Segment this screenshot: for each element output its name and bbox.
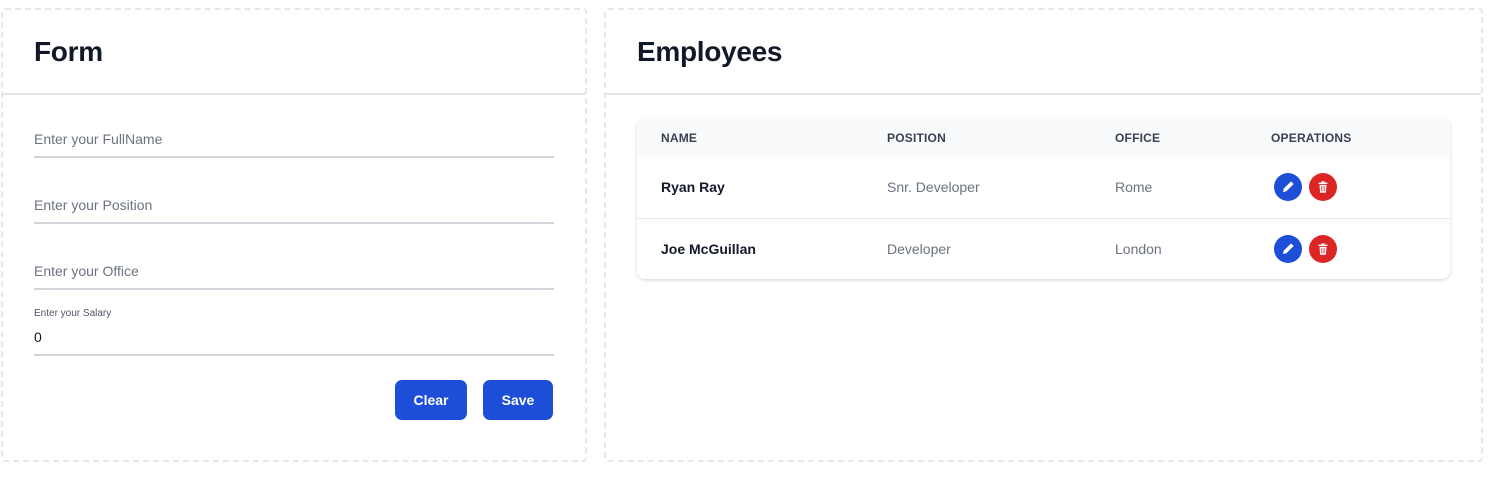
employee-name: Joe McGuillan bbox=[661, 241, 756, 257]
position-input[interactable] bbox=[34, 188, 554, 222]
fullname-input[interactable] bbox=[34, 122, 554, 156]
employee-office: London bbox=[1115, 241, 1162, 257]
office-input[interactable] bbox=[34, 254, 554, 288]
column-header-position: POSITION bbox=[887, 131, 946, 145]
column-header-name: NAME bbox=[661, 131, 698, 145]
trash-icon bbox=[1318, 243, 1328, 255]
employees-header: Employees bbox=[606, 10, 1481, 95]
form-header: Form bbox=[3, 10, 585, 95]
delete-button[interactable] bbox=[1309, 173, 1337, 201]
pencil-icon bbox=[1282, 243, 1294, 255]
trash-icon bbox=[1318, 181, 1328, 193]
salary-label: Enter your Salary bbox=[34, 308, 112, 319]
delete-button[interactable] bbox=[1309, 235, 1337, 263]
employees-title: Employees bbox=[637, 36, 783, 67]
table-row: Joe McGuillan Developer London bbox=[637, 218, 1450, 279]
employee-position: Developer bbox=[887, 241, 951, 257]
edit-button[interactable] bbox=[1274, 173, 1302, 201]
form-panel: Form Enter your Salary Clear Save bbox=[1, 8, 587, 462]
column-header-operations: OPERATIONS bbox=[1271, 131, 1352, 145]
table-row: Ryan Ray Snr. Developer Rome bbox=[637, 157, 1450, 218]
position-field[interactable] bbox=[34, 188, 554, 224]
employee-office: Rome bbox=[1115, 179, 1153, 195]
employees-panel: Employees NAME POSITION OFFICE OPERATION… bbox=[604, 8, 1483, 462]
pencil-icon bbox=[1282, 181, 1294, 193]
form-title: Form bbox=[34, 36, 103, 67]
clear-button[interactable]: Clear bbox=[395, 380, 467, 420]
employee-name: Ryan Ray bbox=[661, 179, 725, 195]
column-header-office: OFFICE bbox=[1115, 131, 1161, 145]
table-header: NAME POSITION OFFICE OPERATIONS bbox=[637, 118, 1450, 157]
office-field[interactable] bbox=[34, 254, 554, 290]
employee-position: Snr. Developer bbox=[887, 179, 980, 195]
salary-field[interactable] bbox=[34, 320, 554, 356]
fullname-field[interactable] bbox=[34, 122, 554, 158]
edit-button[interactable] bbox=[1274, 235, 1302, 263]
save-button[interactable]: Save bbox=[483, 380, 553, 420]
employees-table: NAME POSITION OFFICE OPERATIONS Ryan Ray… bbox=[637, 118, 1450, 279]
salary-input[interactable] bbox=[34, 320, 554, 354]
